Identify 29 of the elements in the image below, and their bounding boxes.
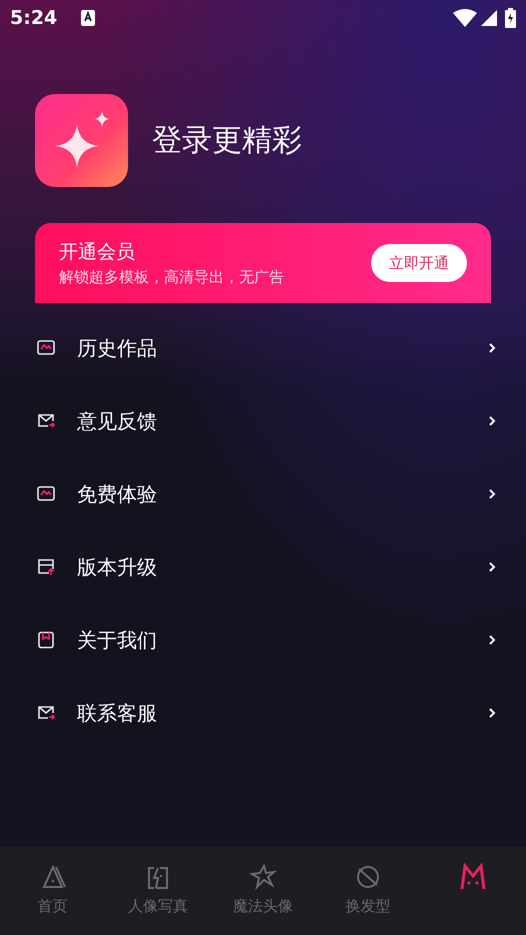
vip-title: 开通会员 [59, 240, 136, 264]
chevron-icon [488, 414, 496, 426]
menu-item[interactable]: 意见反馈 [0, 384, 526, 457]
chevron-icon [488, 488, 496, 500]
menu-item[interactable]: 版本升级 [0, 530, 526, 603]
mail-icon [37, 704, 55, 722]
bookmark-icon [37, 630, 55, 648]
status-time: 5:24 [10, 6, 58, 31]
menu-item[interactable]: 联系客服 [0, 676, 526, 749]
chevron-icon [488, 342, 496, 354]
wifi-icon [453, 9, 477, 27]
card-upgrade-icon [37, 558, 55, 576]
keyboard-icon [81, 10, 96, 26]
menu-item[interactable]: 免费体验 [0, 457, 526, 530]
picture-frame-icon [37, 338, 55, 356]
star-icon [249, 863, 277, 891]
picture-frame-icon [37, 484, 55, 502]
signal-icon [481, 10, 497, 26]
cat-face-icon [459, 863, 488, 891]
login-prompt[interactable]: 登录更精彩 [152, 118, 302, 163]
vip-subtitle: 解锁超多模板，高清导出，无广告 [59, 267, 285, 288]
chevron-icon [488, 706, 496, 718]
chevron-icon [488, 634, 496, 646]
mail-icon [37, 412, 55, 430]
menu-item[interactable]: 历史作品 [0, 311, 526, 384]
activate-button[interactable]: 立即开通 [371, 244, 467, 282]
chevron-icon [488, 560, 496, 572]
battery-icon [505, 8, 516, 28]
menu-item[interactable]: 关于我们 [0, 603, 526, 676]
